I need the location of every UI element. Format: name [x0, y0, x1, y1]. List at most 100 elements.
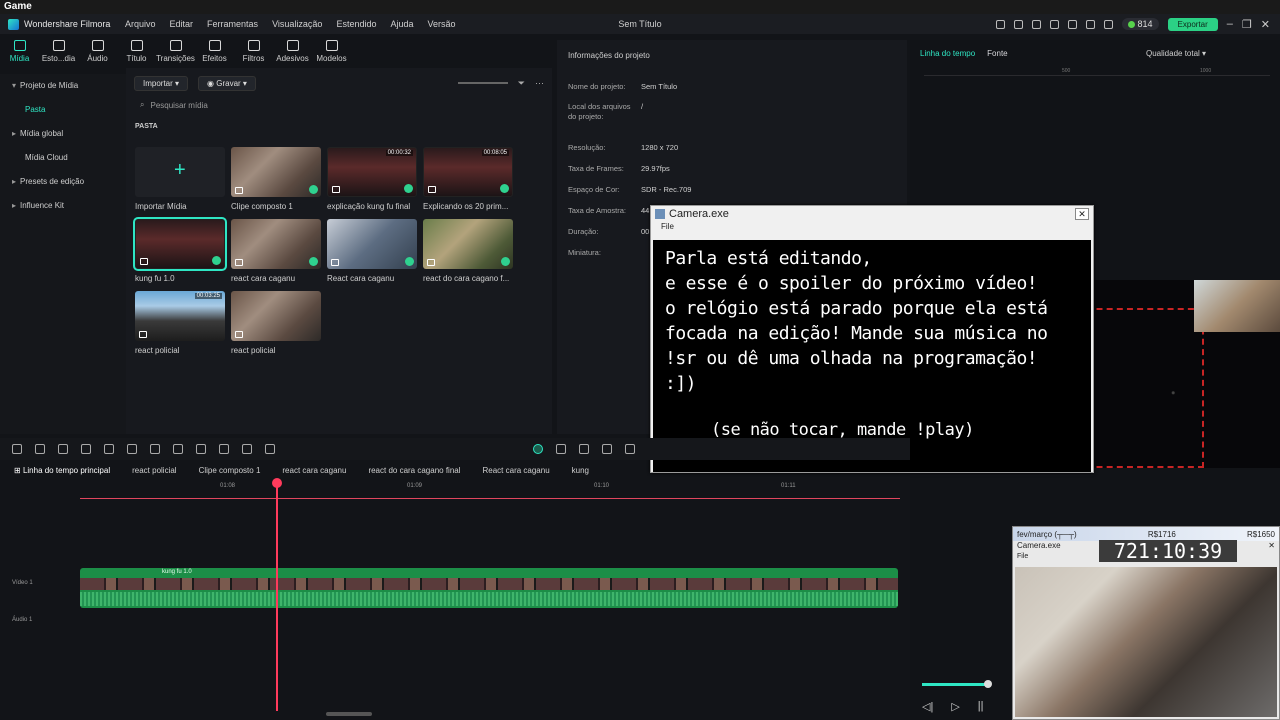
tree-presets[interactable]: ▸ Presets de edição	[0, 170, 126, 194]
close-icon[interactable]: ✕	[1261, 18, 1270, 31]
tab-titulo[interactable]: Título	[117, 34, 156, 68]
ruler-tick: 1000	[1200, 68, 1212, 74]
timeline-ruler[interactable]: 01:08 01:09 01:10 01:11	[80, 480, 900, 500]
close-icon[interactable]: ✕	[1268, 541, 1275, 550]
tab-main-timeline[interactable]: ⊞ Linha do tempo principal	[0, 466, 121, 475]
playhead-handle[interactable]	[272, 478, 282, 488]
prev-frame-icon[interactable]: ◁|	[922, 700, 933, 713]
volume-slider[interactable]	[922, 683, 990, 686]
media-thumbnail[interactable]	[423, 219, 513, 269]
record-button[interactable]: ◉ Gravar ▾	[198, 75, 256, 91]
display-icon[interactable]	[1031, 19, 1041, 29]
sparkle-icon	[208, 40, 221, 51]
keyframe-icon[interactable]	[265, 444, 275, 454]
speed-icon[interactable]	[219, 444, 229, 454]
filter-icon[interactable]: ⏷	[518, 78, 525, 89]
ai-icon[interactable]	[196, 444, 206, 454]
credits-badge[interactable]: 814	[1121, 18, 1159, 30]
gift-icon[interactable]	[995, 19, 1005, 29]
clip-icon	[428, 186, 436, 193]
layout-icon[interactable]	[12, 444, 22, 454]
camera-window-titlebar: Camera.exe ✕	[651, 206, 1093, 222]
render-icon[interactable]	[579, 444, 589, 454]
tab-adesivos[interactable]: Adesivos	[273, 34, 312, 68]
redo-icon[interactable]	[81, 444, 91, 454]
menu-ajuda[interactable]: Ajuda	[383, 19, 420, 29]
top-right-controls: 814 Exportar – ❐ ✕	[995, 14, 1280, 34]
template-icon	[325, 40, 338, 51]
video-clip[interactable]: kung fu 1.0	[80, 568, 898, 608]
delete-icon[interactable]	[104, 444, 114, 454]
play-icon[interactable]: ▷	[951, 700, 959, 713]
menu-arquivo[interactable]: Arquivo	[118, 19, 163, 29]
select-icon[interactable]	[35, 444, 45, 454]
cloud-icon[interactable]	[1067, 19, 1077, 29]
headset-icon[interactable]	[1085, 19, 1095, 29]
tab-timeline[interactable]: kung	[561, 466, 600, 475]
tab-linha-do-tempo[interactable]: Linha do tempo	[920, 49, 975, 58]
close-icon[interactable]: ✕	[1075, 208, 1089, 220]
menu-editar[interactable]: Editar	[163, 19, 201, 29]
tab-timeline[interactable]: Clipe composto 1	[188, 466, 272, 475]
search-input[interactable]: Pesquisar mídia	[150, 101, 207, 110]
zoom-in-icon[interactable]	[625, 444, 635, 454]
tree-pasta[interactable]: Pasta	[0, 98, 126, 122]
menu-versao[interactable]: Versão	[421, 19, 463, 29]
media-thumbnail[interactable]	[231, 291, 321, 341]
media-thumbnail-selected[interactable]	[133, 217, 227, 271]
crop-icon[interactable]	[173, 444, 183, 454]
minimize-icon[interactable]: –	[1227, 18, 1233, 30]
tab-efeitos[interactable]: Efeitos	[195, 34, 234, 68]
media-thumbnail[interactable]	[231, 219, 321, 269]
media-search[interactable]: ⌕ Pesquisar mídia	[134, 97, 542, 113]
tree-midia-cloud[interactable]: Mídia Cloud	[0, 146, 126, 170]
volume-knob[interactable]	[984, 680, 992, 688]
snap-icon[interactable]	[556, 444, 566, 454]
ruler-tick: 500	[1062, 68, 1071, 74]
export-button[interactable]: Exportar	[1167, 17, 1218, 31]
text-icon[interactable]	[150, 444, 160, 454]
tab-transicoes[interactable]: Transições	[156, 34, 195, 68]
media-thumbnail[interactable]: 00:00:32	[327, 147, 417, 197]
media-thumbnail[interactable]: 00:08:05	[423, 147, 513, 197]
tab-filtros[interactable]: Filtros	[234, 34, 273, 68]
camera-menu-file[interactable]: File	[651, 222, 1093, 233]
tree-influence-kit[interactable]: ▸ Influence Kit	[0, 194, 126, 218]
more-icon[interactable]: ⋯	[535, 78, 544, 89]
tree-midia-global[interactable]: ▸ Mídia global	[0, 122, 126, 146]
media-thumbnail[interactable]	[327, 219, 417, 269]
playhead[interactable]	[276, 479, 278, 711]
tab-timeline[interactable]: react policial	[121, 466, 187, 475]
tab-midia[interactable]: Mídia	[0, 34, 39, 68]
tab-estoque[interactable]: Esto...dia	[39, 34, 78, 68]
undo-icon[interactable]	[58, 444, 68, 454]
menu-estendido[interactable]: Estendido	[329, 19, 383, 29]
tab-timeline[interactable]: React cara caganu	[472, 466, 561, 475]
menu-ferramentas[interactable]: Ferramentas	[200, 19, 265, 29]
import-media-tile[interactable]: +	[135, 147, 225, 197]
quality-select[interactable]: Qualidade total ▾	[1146, 49, 1206, 58]
timeline-scrollbar[interactable]	[326, 712, 372, 716]
tab-timeline[interactable]: react do cara cagano final	[357, 466, 471, 475]
ai-assist-icon[interactable]	[533, 444, 543, 454]
tab-fonte[interactable]: Fonte	[987, 49, 1007, 58]
grid-icon[interactable]	[1103, 19, 1113, 29]
marker-icon[interactable]	[242, 444, 252, 454]
scissors-icon[interactable]	[127, 444, 137, 454]
save-icon[interactable]	[1049, 19, 1059, 29]
tree-projeto-midia[interactable]: ▾ Projeto de Mídia	[0, 74, 126, 98]
clip-name: kung fu 1.0	[162, 569, 192, 575]
media-thumbnail[interactable]: 00:03:25	[135, 291, 225, 341]
menu-visualizacao[interactable]: Visualização	[265, 19, 329, 29]
zoom-out-icon[interactable]	[602, 444, 612, 454]
stop-icon[interactable]: ||	[978, 700, 984, 713]
tab-timeline[interactable]: react cara caganu	[271, 466, 357, 475]
maximize-icon[interactable]: ❐	[1242, 18, 1252, 31]
send-icon[interactable]	[1013, 19, 1023, 29]
media-thumbnail[interactable]	[231, 147, 321, 197]
zoom-slider[interactable]	[457, 82, 508, 84]
tab-audio[interactable]: Áudio	[78, 34, 117, 68]
credits-count: 814	[1137, 19, 1153, 29]
import-button[interactable]: Importar ▾	[134, 75, 189, 91]
tab-modelos[interactable]: Modelos	[312, 34, 351, 68]
